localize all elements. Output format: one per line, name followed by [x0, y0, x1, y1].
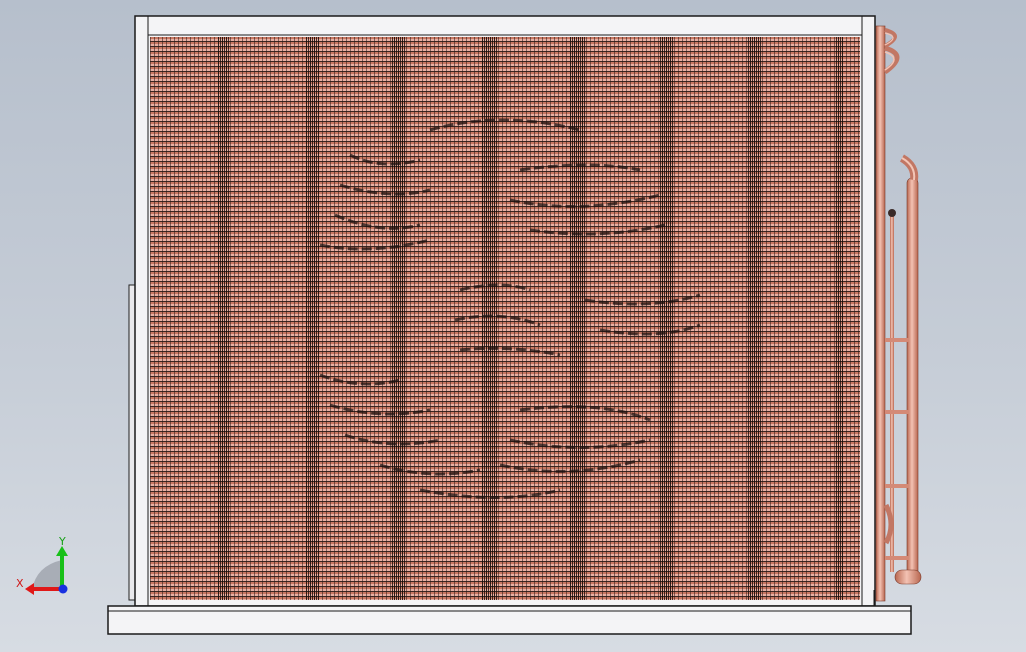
y-axis-label: Y — [58, 535, 66, 548]
3d-viewport[interactable]: Y X — [0, 0, 1026, 652]
header-pipes — [875, 25, 922, 602]
axis-triad: Y X — [16, 535, 68, 595]
side-plate — [128, 284, 136, 601]
condenser-model[interactable]: Y X — [0, 0, 1026, 652]
base-rail — [107, 605, 912, 635]
x-axis-label: X — [16, 577, 24, 590]
x-axis-arrow-icon — [25, 583, 34, 595]
z-axis-dot — [58, 584, 68, 594]
